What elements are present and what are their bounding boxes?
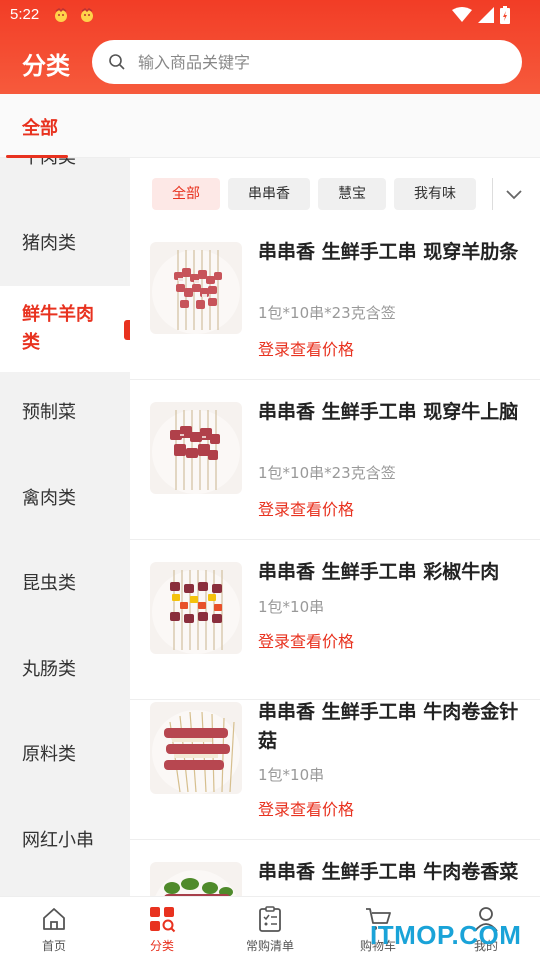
nav-home[interactable]: 首页: [0, 905, 108, 954]
sidebar-item-beef[interactable]: 牛肉类: [0, 158, 130, 172]
divider: [492, 178, 493, 210]
product-item[interactable]: 串串香 生鲜手工串 牛肉卷香菜: [130, 840, 540, 896]
product-name: 串串香 生鲜手工串 现穿羊肋条: [258, 241, 519, 263]
product-item[interactable]: 串串香 生鲜手工串 牛肉卷金针菇 1包*10串 登录查看价格: [130, 680, 540, 840]
product-image: [150, 402, 242, 494]
sidebar-item-pork[interactable]: 猪肉类: [0, 230, 130, 258]
watermark: ITMOP.COM: [370, 920, 522, 950]
status-bar: 5:22: [0, 0, 540, 32]
sidebar-item-poultry[interactable]: 禽肉类: [0, 485, 130, 513]
login-to-see-price-link[interactable]: 登录查看价格: [258, 496, 354, 520]
product-image: [150, 702, 242, 794]
tab-all[interactable]: 全部: [22, 114, 58, 140]
category-icon: [150, 907, 176, 933]
nav-label: 首页: [41, 939, 66, 953]
brand-filter-bar: 全部 串串香 慧宝 我有味: [152, 178, 476, 210]
product-spec: 1包*10串: [258, 598, 325, 616]
product-item[interactable]: 串串香 生鲜手工串 现穿羊肋条 1包*10串*23克含签 登录查看价格: [130, 220, 540, 380]
notification-icon: [55, 8, 67, 22]
nav-frequent-list[interactable]: 常购清单: [216, 905, 324, 954]
nav-label: 分类: [149, 939, 174, 953]
status-time: 5:22: [10, 6, 40, 23]
search-input[interactable]: [138, 52, 498, 72]
sidebar-item-meatballs-sausages[interactable]: 丸肠类: [0, 656, 130, 684]
product-spec: 1包*10串*23克含签: [258, 304, 396, 322]
sidebar-item-prepared-food[interactable]: 预制菜: [0, 399, 130, 427]
product-spec: 1包*10串*23克含签: [258, 464, 396, 482]
search-icon: [109, 54, 125, 70]
login-to-see-price-link[interactable]: 登录查看价格: [258, 796, 354, 820]
app-header: 5:22 分类: [0, 0, 540, 94]
sidebar-item-trendy-skewers[interactable]: 网红小串: [0, 827, 130, 855]
login-to-see-price-link[interactable]: 登录查看价格: [258, 336, 354, 360]
signal-icon: [478, 7, 494, 23]
product-image: [150, 242, 242, 334]
product-spec: 1包*10串: [258, 766, 325, 784]
home-icon: [43, 908, 65, 930]
product-image: [150, 562, 242, 654]
login-to-see-price-link[interactable]: 登录查看价格: [258, 628, 354, 652]
nav-label: 常购清单: [245, 939, 294, 953]
sidebar-item-label: 鲜牛羊肉类: [22, 304, 94, 353]
category-sidebar[interactable]: 牛肉类 猪肉类 鲜牛羊肉类 预制菜 禽肉类 昆虫类 丸肠类 原料类 网红小串: [0, 158, 130, 896]
product-name: 串串香 生鲜手工串 牛肉卷金针菇: [258, 701, 519, 752]
list-icon: [259, 906, 281, 932]
notification-icon: [81, 8, 93, 22]
sidebar-item-insects[interactable]: 昆虫类: [0, 570, 130, 598]
sidebar-item-raw-materials[interactable]: 原料类: [0, 741, 130, 769]
page-title: 分类: [22, 52, 70, 80]
product-name: 串串香 生鲜手工串 牛肉卷香菜: [258, 861, 519, 883]
product-name: 串串香 生鲜手工串 彩椒牛肉: [258, 561, 500, 583]
chip-huibao[interactable]: 慧宝: [318, 178, 386, 210]
product-item[interactable]: 串串香 生鲜手工串 彩椒牛肉 1包*10串 登录查看价格: [130, 540, 540, 700]
product-item[interactable]: 串串香 生鲜手工串 现穿牛上脑 1包*10串*23克含签 登录查看价格: [130, 380, 540, 540]
chip-chuanchuanxiang[interactable]: 串串香: [228, 178, 310, 210]
top-tab-bar: 全部: [0, 94, 540, 158]
product-panel: 全部 串串香 慧宝 我有味 串串香 生鲜手工串 现穿羊肋条 1包*10串*23克…: [130, 158, 540, 896]
product-image: [150, 862, 242, 896]
chip-all[interactable]: 全部: [152, 178, 220, 210]
wifi-icon: [452, 7, 472, 22]
product-name: 串串香 生鲜手工串 现穿牛上脑: [258, 401, 519, 423]
search-bar[interactable]: [92, 40, 522, 84]
sidebar-item-fresh-beef-mutton[interactable]: 鲜牛羊肉类: [0, 286, 130, 372]
chip-woyouwei[interactable]: 我有味: [394, 178, 476, 210]
chevron-down-icon[interactable]: [502, 182, 526, 206]
battery-icon: [500, 6, 510, 24]
nav-category[interactable]: 分类: [108, 905, 216, 954]
